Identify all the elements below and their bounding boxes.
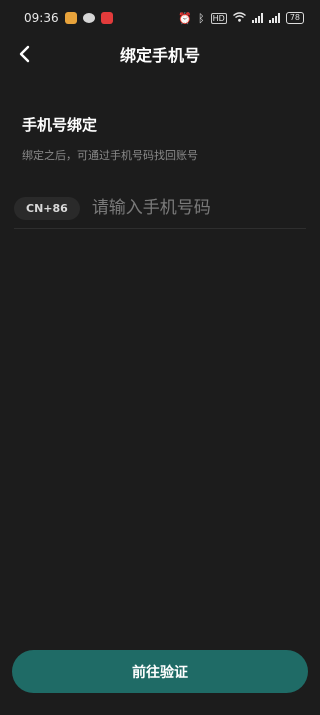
alarm-icon: ⏰ bbox=[178, 11, 193, 25]
app-icon bbox=[100, 12, 113, 24]
hd-badge: HD bbox=[210, 12, 227, 24]
status-time: 09:36 bbox=[24, 11, 59, 25]
verify-button[interactable]: 前往验证 bbox=[12, 650, 308, 693]
status-bar-left: 09:36 bbox=[24, 11, 113, 25]
bluetooth-icon: ᛒ bbox=[198, 11, 205, 25]
chevron-left-icon bbox=[19, 45, 30, 63]
back-button[interactable] bbox=[10, 40, 38, 68]
phone-input-row: CN+86 bbox=[14, 188, 313, 229]
page-title: 绑定手机号 bbox=[119, 46, 200, 65]
status-bar: 09:36 ⏰ ᛒ HD 78 bbox=[0, 0, 320, 36]
status-bar-right: ⏰ ᛒ HD 78 bbox=[178, 11, 304, 25]
battery-indicator: 78 bbox=[285, 12, 304, 24]
section-description: 绑定之后，可通过手机号码找回账号 bbox=[22, 149, 198, 162]
country-code-selector[interactable]: CN+86 bbox=[14, 196, 80, 220]
section-title: 手机号绑定 bbox=[22, 116, 98, 134]
signal-icon-2 bbox=[268, 13, 280, 23]
signal-icon bbox=[251, 13, 263, 23]
header: 绑定手机号 bbox=[0, 36, 320, 72]
weibo-icon bbox=[64, 12, 77, 24]
wifi-icon bbox=[232, 11, 246, 25]
phone-number-input[interactable] bbox=[89, 197, 313, 219]
wechat-icon bbox=[82, 13, 95, 23]
